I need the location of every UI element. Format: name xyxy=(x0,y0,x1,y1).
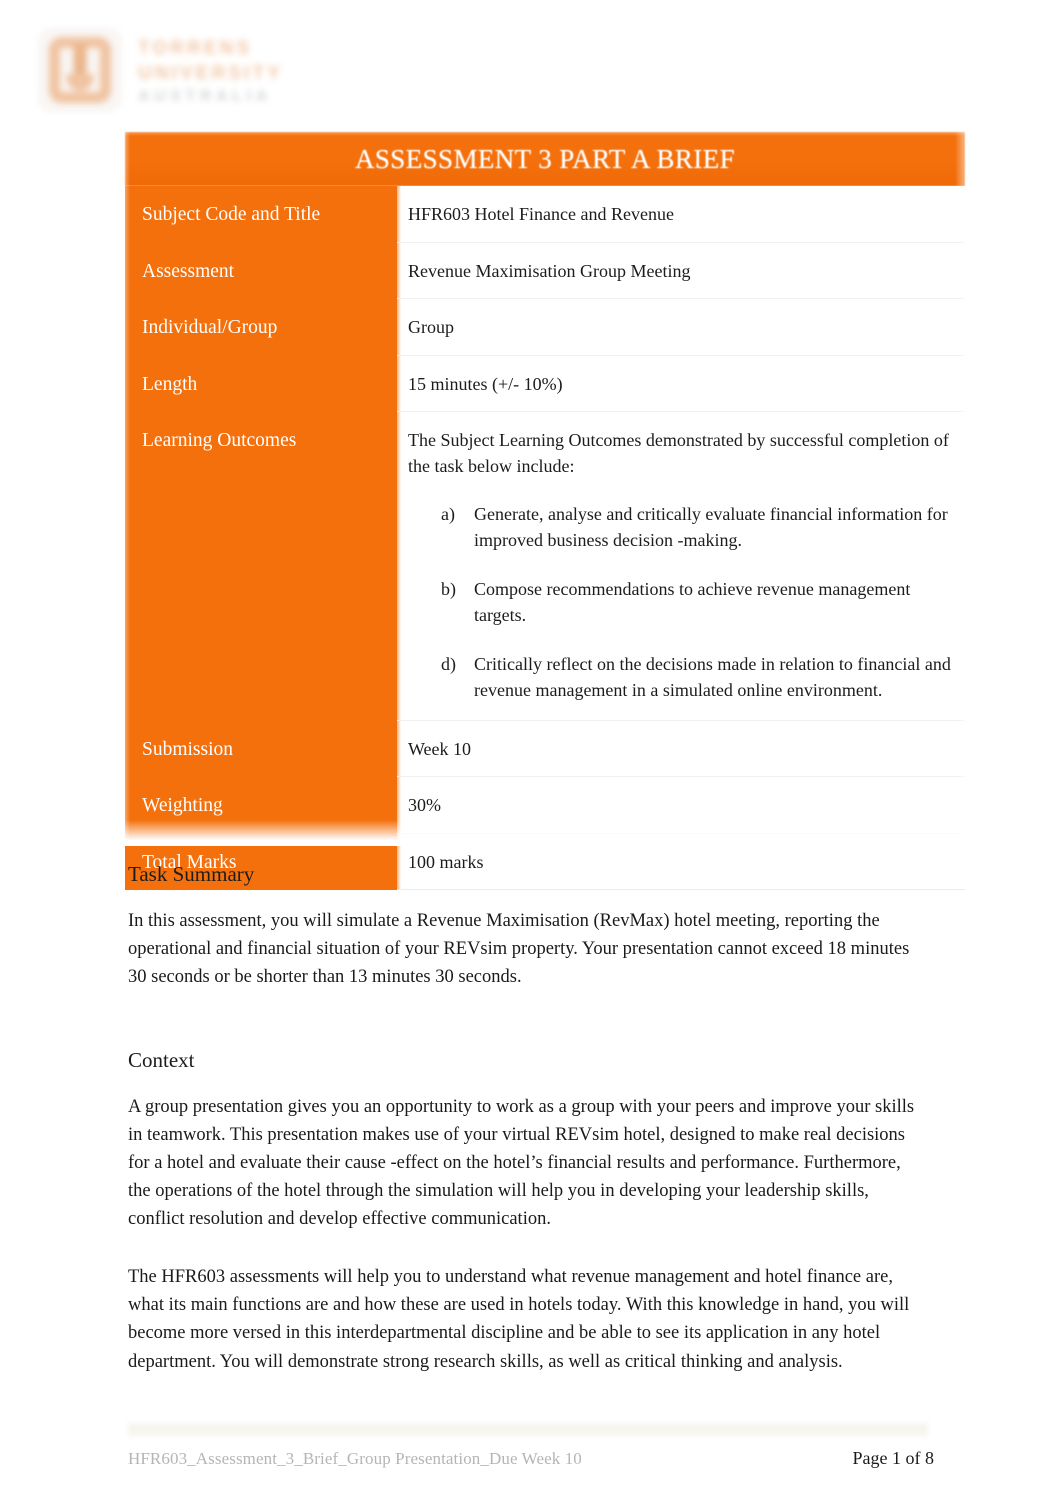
row-label: Submission xyxy=(125,720,397,778)
row-value: The Subject Learning Outcomes demonstrat… xyxy=(397,412,965,721)
row-label: Subject Code and Title xyxy=(125,186,397,243)
context-paragraph-1: A group presentation gives you an opport… xyxy=(128,1096,915,1230)
row-label: Learning Outcomes xyxy=(125,412,397,721)
row-value: Revenue Maximisation Group Meeting xyxy=(397,242,965,300)
section-heading-task-summary: Task Summary xyxy=(128,862,255,886)
task-summary-paragraph: In this assessment, you will simulate a … xyxy=(128,911,910,988)
list-item: b) Compose recommendations to achieve re… xyxy=(408,577,951,629)
list-item: a) Generate, analyse and critically eval… xyxy=(408,502,951,554)
brief-table-body: Subject Code and Title HFR603 Hotel Fina… xyxy=(125,186,965,891)
learning-outcomes-list: a) Generate, analyse and critically eval… xyxy=(408,502,951,703)
wordmark-line-2: UNIVERSITY xyxy=(138,62,284,84)
torrens-university-logo-icon xyxy=(38,28,122,112)
row-value: Group xyxy=(397,299,965,356)
learning-outcomes-intro: The Subject Learning Outcomes demonstrat… xyxy=(408,430,949,476)
row-label: Weighting xyxy=(125,777,397,834)
table-row: Weighting 30% xyxy=(125,777,965,834)
wordmark-line-3: AUSTRALIA xyxy=(138,87,272,105)
row-value: 30% xyxy=(397,777,965,834)
section-heading-context: Context xyxy=(128,1047,195,1072)
page-title: ASSESSMENT 3 PART A BRIEF xyxy=(354,143,736,174)
table-row: Subject Code and Title HFR603 Hotel Fina… xyxy=(125,186,965,243)
table-row: Individual/Group Group xyxy=(125,299,965,356)
table-row: Length 15 minutes (+/- 10%) xyxy=(125,355,965,413)
footer-page-number: Page 1 of 8 xyxy=(852,1448,934,1468)
list-item-text: Compose recommendations to achieve reven… xyxy=(474,579,911,625)
table-row-learning-outcomes: Learning Outcomes The Subject Learning O… xyxy=(125,412,965,721)
brief-header-bar: ASSESSMENT 3 PART A BRIEF xyxy=(125,132,965,186)
wordmark: TORRENS UNIVERSITY AUSTRALIA xyxy=(138,35,283,106)
row-label: Individual/Group xyxy=(125,299,397,356)
list-item-marker: a) xyxy=(441,504,455,525)
footer-divider xyxy=(128,1423,928,1436)
list-item-text: Generate, analyse and critically evaluat… xyxy=(474,504,948,551)
assessment-brief-table: ASSESSMENT 3 PART A BRIEF Subject Code a… xyxy=(125,132,965,891)
document-body: Task Summary In this assessment, you wil… xyxy=(128,862,924,1376)
page-footer: HFR603_Assessment_3_Brief_Group Presenta… xyxy=(128,1448,934,1469)
row-value: 15 minutes (+/- 10%) xyxy=(397,355,965,413)
footer-document-id: HFR603_Assessment_3_Brief_Group Presenta… xyxy=(128,1449,582,1468)
wordmark-line-1: TORRENS xyxy=(138,37,253,59)
list-item-marker: b) xyxy=(441,579,456,600)
masthead-logo: TORRENS UNIVERSITY AUSTRALIA xyxy=(38,24,358,116)
list-item: d) Critically reflect on the decisions m… xyxy=(408,652,951,704)
context-paragraph-2: The HFR603 assessments will help you to … xyxy=(128,1267,910,1372)
row-value: Week 10 xyxy=(397,720,965,778)
row-label: Assessment xyxy=(125,242,397,300)
table-row: Submission Week 10 xyxy=(125,720,965,778)
table-row: Assessment Revenue Maximisation Group Me… xyxy=(125,242,965,300)
row-value: HFR603 Hotel Finance and Revenue xyxy=(397,186,965,243)
list-item-marker: d) xyxy=(441,653,456,674)
list-item-text: Critically reflect on the decisions made… xyxy=(474,653,951,700)
row-label: Length xyxy=(125,355,397,413)
